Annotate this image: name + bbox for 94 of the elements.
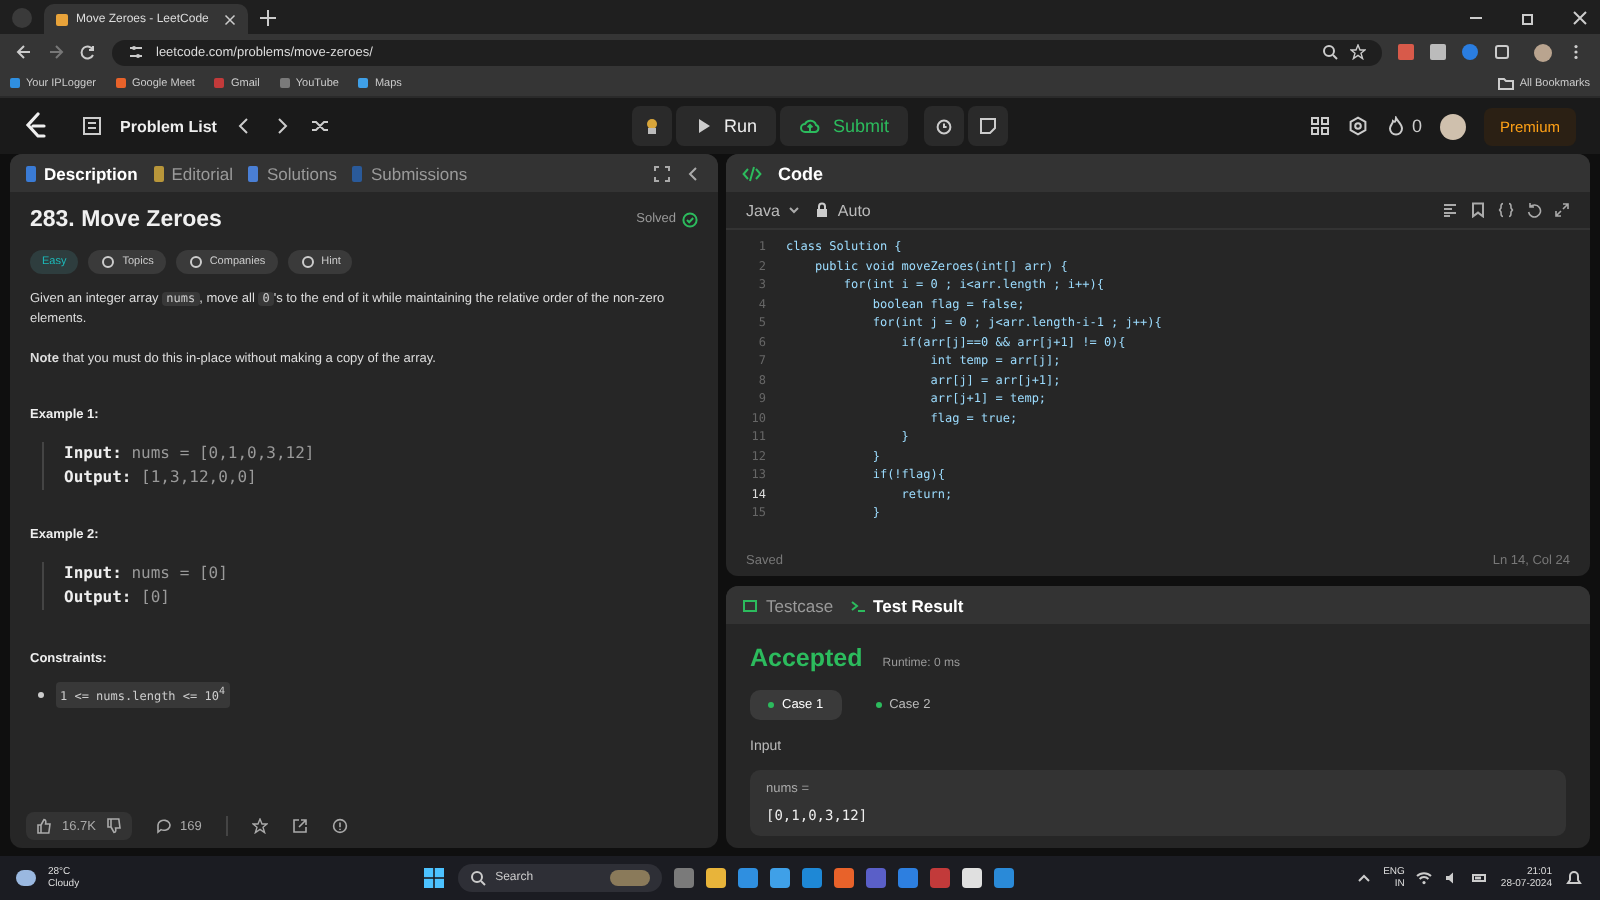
verdict-text: Accepted [750, 644, 863, 672]
tab-icon [352, 165, 363, 181]
cloud-upload-icon [800, 116, 821, 136]
extensions-puzzle-icon[interactable] [1494, 44, 1510, 60]
tab-icon [153, 165, 164, 181]
new-tab-icon[interactable] [260, 9, 276, 25]
forward-icon[interactable] [48, 44, 64, 60]
note-icon [978, 116, 999, 136]
tab-icon [26, 165, 36, 181]
panel-tab[interactable]: Test Result [849, 595, 964, 615]
input-value: nums = [0] [131, 564, 228, 582]
chevron-up-icon[interactable] [1355, 870, 1372, 886]
favicon-icon [214, 78, 225, 88]
fullscreen-icon[interactable] [654, 165, 670, 181]
folder-icon [1497, 75, 1514, 91]
panel-title: Code [778, 163, 823, 183]
expand-icon[interactable] [1554, 202, 1570, 218]
bookmark-icon[interactable] [1470, 202, 1486, 218]
comment-icon [156, 818, 172, 834]
restore-icon[interactable] [1520, 9, 1536, 25]
search-icon [469, 870, 486, 886]
input-label: Input: [64, 444, 122, 462]
panel-tab[interactable]: Submissions [352, 163, 468, 183]
code-icon [742, 163, 762, 183]
profile-avatar[interactable] [1534, 43, 1552, 61]
bug-icon [641, 116, 662, 136]
grid-icon[interactable] [1309, 116, 1330, 136]
favicon-icon [358, 78, 369, 88]
star-icon[interactable] [1350, 44, 1366, 60]
shuffle-icon[interactable] [310, 116, 331, 136]
weather-icon[interactable] [16, 870, 36, 886]
output-value: [0] [141, 588, 170, 606]
problem-list-link[interactable]: Problem List [120, 117, 217, 135]
autocomplete-mode[interactable]: Auto [837, 201, 871, 219]
close-icon[interactable] [1572, 9, 1588, 25]
run-button[interactable]: Run [675, 106, 777, 146]
notes-button[interactable] [968, 106, 1009, 146]
bell-icon[interactable] [1564, 868, 1584, 888]
timer-button[interactable] [924, 106, 965, 146]
close-icon[interactable] [224, 13, 236, 25]
output-label: Output: [64, 588, 132, 606]
terminal-icon [849, 597, 866, 613]
format-icon[interactable] [1442, 202, 1458, 218]
debug-button[interactable] [631, 106, 672, 146]
checkbox-icon [742, 597, 758, 613]
panel-tab[interactable]: Solutions [248, 163, 337, 183]
favicon-icon [10, 78, 20, 88]
panel-tab[interactable]: Editorial [153, 163, 233, 183]
chevron-right-icon[interactable] [272, 116, 293, 136]
share-icon[interactable] [291, 818, 308, 834]
clock-icon [934, 116, 955, 136]
taskbar-app-icon[interactable] [705, 868, 726, 888]
start-icon[interactable] [421, 866, 446, 890]
battery-icon[interactable] [1472, 870, 1489, 886]
lock-icon [813, 202, 830, 218]
input-value: nums = [0,1,0,3,12] [131, 444, 315, 462]
flame-icon [1385, 116, 1406, 136]
reset-icon[interactable] [1526, 202, 1542, 218]
back-icon[interactable] [16, 44, 32, 60]
settings-icon[interactable] [1347, 116, 1368, 136]
check-circle-icon [682, 212, 698, 228]
output-value: [1,3,12,0,0] [141, 468, 257, 486]
status-dot-icon [875, 702, 882, 708]
braces-icon[interactable] [1498, 202, 1514, 218]
input-label: Input: [64, 564, 122, 582]
streak-counter[interactable]: 0 [1385, 116, 1422, 136]
favicon-icon [115, 78, 126, 88]
collapse-icon[interactable] [686, 165, 702, 181]
language-dropdown[interactable]: Java [746, 201, 802, 219]
output-label: Output: [64, 468, 132, 486]
list-icon[interactable] [82, 116, 102, 136]
panel-tab[interactable]: Testcase [742, 595, 834, 615]
tab-icon [248, 165, 259, 181]
caret-icon [785, 202, 802, 218]
taskbar-app-icon[interactable] [769, 868, 790, 888]
site-settings-icon[interactable] [128, 44, 144, 60]
play-icon [695, 118, 712, 134]
thumbs-down-icon[interactable] [106, 818, 122, 834]
star-icon[interactable] [251, 818, 268, 834]
favicon-icon [279, 78, 290, 88]
thumbs-up-icon[interactable] [36, 818, 52, 834]
status-dot-icon [768, 702, 774, 708]
problem-title: 283. Move Zeroes [30, 210, 222, 230]
panel-tab[interactable]: Description [26, 163, 138, 183]
logo-icon[interactable] [24, 112, 48, 140]
reload-icon[interactable] [80, 44, 96, 60]
submit-button[interactable]: Submit [780, 106, 909, 146]
wifi-icon[interactable] [1416, 870, 1433, 886]
user-avatar[interactable] [1440, 113, 1466, 139]
taskbar-app-icon[interactable] [961, 868, 982, 888]
zoom-icon[interactable] [1322, 44, 1338, 60]
leetcode-favicon-icon [56, 13, 68, 25]
help-icon[interactable] [331, 818, 348, 834]
more-icon[interactable] [1568, 44, 1584, 60]
